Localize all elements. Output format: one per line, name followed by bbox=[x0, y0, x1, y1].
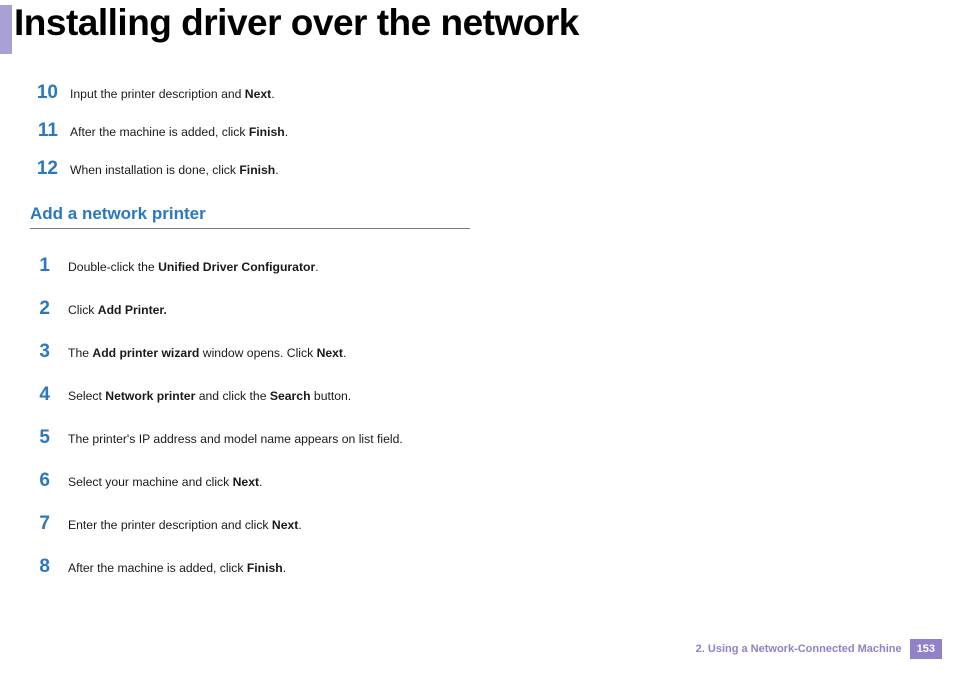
step-number: 3 bbox=[36, 341, 50, 363]
step-row: 10 Input the printer description and Next… bbox=[30, 82, 710, 104]
step-number: 5 bbox=[36, 427, 50, 449]
step-number: 7 bbox=[36, 513, 50, 535]
step-row: 6 Select your machine and click Next. bbox=[30, 470, 710, 492]
step-text: Select your machine and click Next. bbox=[68, 471, 262, 492]
step-number: 10 bbox=[30, 82, 58, 104]
title-accent-bar bbox=[0, 5, 12, 54]
page-title: Installing driver over the network bbox=[14, 2, 579, 44]
section-heading: Add a network printer bbox=[30, 204, 710, 224]
page-footer: 2. Using a Network-Connected Machine 153 bbox=[696, 639, 942, 659]
section-rule bbox=[30, 228, 470, 229]
step-text: Click Add Printer. bbox=[68, 299, 167, 320]
step-row: 8 After the machine is added, click Finis… bbox=[30, 556, 710, 578]
step-number: 11 bbox=[30, 120, 58, 142]
step-number: 4 bbox=[36, 384, 50, 406]
step-number: 6 bbox=[36, 470, 50, 492]
step-row: 1 Double-click the Unified Driver Configu… bbox=[30, 255, 710, 277]
step-number: 1 bbox=[36, 255, 50, 277]
step-row: 7 Enter the printer description and click… bbox=[30, 513, 710, 535]
step-row: 12 When installation is done, click Finis… bbox=[30, 158, 710, 180]
step-text: After the machine is added, click Finish… bbox=[68, 557, 286, 578]
step-row: 5 The printer's IP address and model name… bbox=[30, 427, 710, 449]
step-text: Double-click the Unified Driver Configur… bbox=[68, 256, 319, 277]
lower-steps-list: 1 Double-click the Unified Driver Configu… bbox=[30, 255, 710, 578]
step-row: 11 After the machine is added, click Fini… bbox=[30, 120, 710, 142]
footer-chapter: 2. Using a Network-Connected Machine bbox=[696, 643, 902, 655]
step-row: 3 The Add printer wizard window opens. Cl… bbox=[30, 341, 710, 363]
step-text: Input the printer description and Next. bbox=[70, 83, 275, 104]
step-text: The printer's IP address and model name … bbox=[68, 428, 403, 449]
content-area: 10 Input the printer description and Next… bbox=[30, 82, 710, 599]
step-row: 4 Select Network printer and click the Se… bbox=[30, 384, 710, 406]
step-text: Enter the printer description and click … bbox=[68, 514, 302, 535]
footer-page-number: 153 bbox=[910, 639, 942, 659]
step-row: 2 Click Add Printer. bbox=[30, 298, 710, 320]
step-text: After the machine is added, click Finish… bbox=[70, 121, 288, 142]
step-number: 12 bbox=[30, 158, 58, 180]
step-text: The Add printer wizard window opens. Cli… bbox=[68, 342, 346, 363]
step-text: Select Network printer and click the Sea… bbox=[68, 385, 351, 406]
step-number: 8 bbox=[36, 556, 50, 578]
step-number: 2 bbox=[36, 298, 50, 320]
step-text: When installation is done, click Finish. bbox=[70, 159, 279, 180]
top-steps-list: 10 Input the printer description and Next… bbox=[30, 82, 710, 180]
